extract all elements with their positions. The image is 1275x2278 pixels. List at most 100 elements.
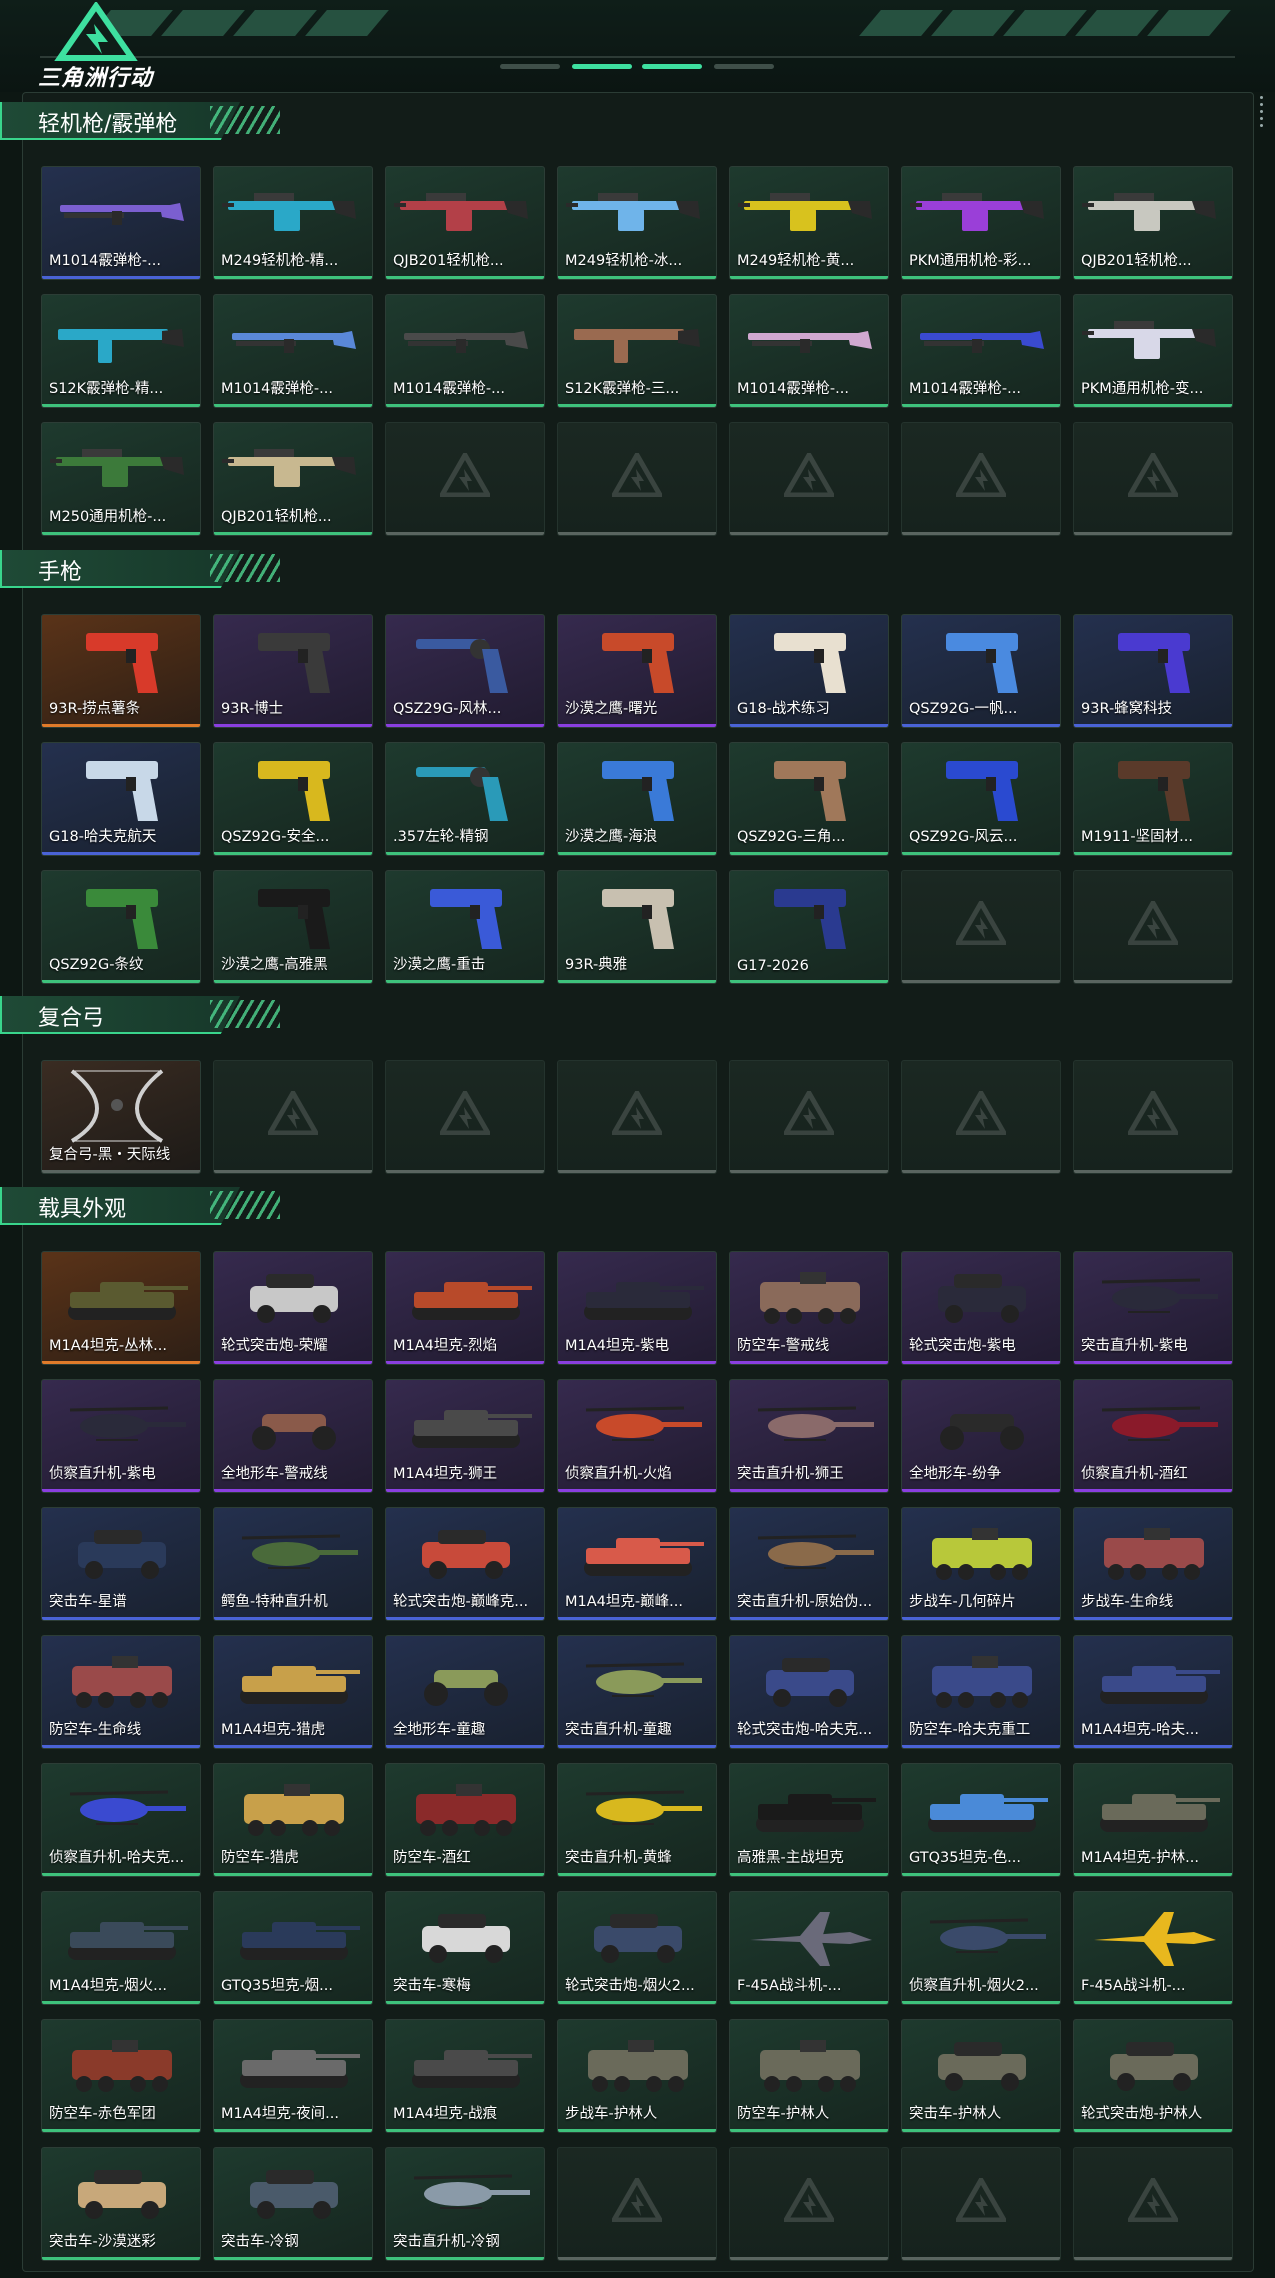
skin-card[interactable]: S12K霰弹枪-精... <box>41 294 201 408</box>
skin-card[interactable]: M249轻机枪-冰... <box>557 166 717 280</box>
rarity-bar <box>386 1873 544 1876</box>
skin-card[interactable]: M1A4坦克-狮王 <box>385 1379 545 1493</box>
skin-card[interactable]: QSZ92G-条纹 <box>41 870 201 984</box>
skin-card[interactable]: F-45A战斗机-... <box>729 1891 889 2005</box>
skin-card[interactable]: 步战车-生命线 <box>1073 1507 1233 1621</box>
skin-card[interactable]: 复合弓-黑・天际线 <box>41 1060 201 1174</box>
skin-card[interactable]: M1911-坚固材... <box>1073 742 1233 856</box>
skin-card[interactable]: 93R-蜂窝科技 <box>1073 614 1233 728</box>
skin-card[interactable]: QSZ29G-风林... <box>385 614 545 728</box>
skin-card[interactable]: 沙漠之鹰-曙光 <box>557 614 717 728</box>
skin-card[interactable]: QSZ92G-安全... <box>213 742 373 856</box>
skin-card[interactable]: M1014霰弹枪-... <box>729 294 889 408</box>
skin-card[interactable]: 步战车-几何碎片 <box>901 1507 1061 1621</box>
skin-card[interactable]: 高雅黑-主战坦克 <box>729 1763 889 1877</box>
skin-card[interactable]: PKM通用机枪-变... <box>1073 294 1233 408</box>
skin-card[interactable]: M1A4坦克-哈夫... <box>1073 1635 1233 1749</box>
skin-card[interactable]: 沙漠之鹰-高雅黑 <box>213 870 373 984</box>
skin-card[interactable]: 突击直升机-童趣 <box>557 1635 717 1749</box>
skin-card[interactable]: QJB201轻机枪... <box>385 166 545 280</box>
skin-card[interactable]: 防空车-护林人 <box>729 2019 889 2133</box>
skin-card[interactable]: M249轻机枪-黄... <box>729 166 889 280</box>
skin-card[interactable]: 93R-博士 <box>213 614 373 728</box>
skin-card[interactable]: 轮式突击炮-烟火2... <box>557 1891 717 2005</box>
rarity-bar <box>386 2257 544 2260</box>
skin-card[interactable]: 防空车-警戒线 <box>729 1251 889 1365</box>
skin-card[interactable]: M1A4坦克-丛林... <box>41 1251 201 1365</box>
pistol-skin-icon <box>1118 761 1190 821</box>
skin-card[interactable]: M1A4坦克-猎虎 <box>213 1635 373 1749</box>
skin-card[interactable]: 侦察直升机-火焰 <box>557 1379 717 1493</box>
skin-card[interactable]: 93R-典雅 <box>557 870 717 984</box>
car-skin-icon <box>594 1914 682 1963</box>
skin-card[interactable]: G18-哈夫克航天 <box>41 742 201 856</box>
skin-card[interactable]: 突击直升机-紫电 <box>1073 1251 1233 1365</box>
skin-card[interactable]: 轮式突击炮-哈夫克... <box>729 1635 889 1749</box>
skin-card[interactable]: M1A4坦克-战痕 <box>385 2019 545 2133</box>
skin-card[interactable]: 鳄鱼-特种直升机 <box>213 1507 373 1621</box>
skin-card[interactable]: M1A4坦克-烈焰 <box>385 1251 545 1365</box>
skin-card[interactable]: 突击直升机-狮王 <box>729 1379 889 1493</box>
lmg-skin-icon <box>566 193 700 231</box>
skin-card[interactable]: 突击车-冷钢 <box>213 2147 373 2261</box>
skin-card[interactable]: GTQ35坦克-色... <box>901 1763 1061 1877</box>
skin-card[interactable]: PKM通用机枪-彩... <box>901 166 1061 280</box>
skin-card[interactable]: M250通用机枪-... <box>41 422 201 536</box>
skin-card[interactable]: 防空车-酒红 <box>385 1763 545 1877</box>
skin-card[interactable]: 防空车-赤色军团 <box>41 2019 201 2133</box>
skin-card[interactable]: M1A4坦克-烟火... <box>41 1891 201 2005</box>
skin-card[interactable]: 轮式突击炮-护林人 <box>1073 2019 1233 2133</box>
skin-card[interactable]: 防空车-生命线 <box>41 1635 201 1749</box>
skin-card[interactable]: M249轻机枪-精... <box>213 166 373 280</box>
skin-label: M1A4坦克-战痕 <box>393 2106 498 2122</box>
skin-card[interactable]: S12K霰弹枪-三... <box>557 294 717 408</box>
scroll-handle[interactable] <box>1259 96 1265 131</box>
skin-card[interactable]: M1014霰弹枪-... <box>385 294 545 408</box>
skin-card[interactable]: 沙漠之鹰-海浪 <box>557 742 717 856</box>
skin-card[interactable]: M1A4坦克-夜间... <box>213 2019 373 2133</box>
skin-card[interactable]: F-45A战斗机-... <box>1073 1891 1233 2005</box>
skin-card[interactable]: 侦察直升机-酒红 <box>1073 1379 1233 1493</box>
skin-card[interactable]: 步战车-护林人 <box>557 2019 717 2133</box>
skin-card[interactable]: 突击车-星谱 <box>41 1507 201 1621</box>
skin-card[interactable]: 轮式突击炮-荣耀 <box>213 1251 373 1365</box>
skin-card[interactable]: 侦察直升机-哈夫克... <box>41 1763 201 1877</box>
skin-card[interactable]: M1014霰弹枪-... <box>41 166 201 280</box>
skin-card[interactable]: G17-2026 <box>729 870 889 984</box>
skin-card[interactable]: QSZ92G-风云... <box>901 742 1061 856</box>
skin-card[interactable]: 突击车-沙漠迷彩 <box>41 2147 201 2261</box>
skin-card[interactable]: 全地形车-警戒线 <box>213 1379 373 1493</box>
skin-card[interactable]: 全地形车-童趣 <box>385 1635 545 1749</box>
skin-card[interactable]: QSZ92G-三角... <box>729 742 889 856</box>
skin-card[interactable]: 轮式突击炮-巅峰克... <box>385 1507 545 1621</box>
skin-card[interactable]: M1A4坦克-紫电 <box>557 1251 717 1365</box>
skin-card[interactable]: 防空车-猎虎 <box>213 1763 373 1877</box>
skin-card[interactable]: 突击车-护林人 <box>901 2019 1061 2133</box>
skin-card[interactable]: 沙漠之鹰-重击 <box>385 870 545 984</box>
skin-card[interactable]: M1014霰弹枪-... <box>901 294 1061 408</box>
skin-card[interactable]: 突击车-寒梅 <box>385 1891 545 2005</box>
rarity-bar <box>558 404 716 407</box>
skin-card[interactable]: 突击直升机-原始伪... <box>729 1507 889 1621</box>
rarity-bar <box>1074 1170 1232 1173</box>
skin-card[interactable]: 突击直升机-冷钢 <box>385 2147 545 2261</box>
skin-card[interactable]: .357左轮-精钢 <box>385 742 545 856</box>
rarity-bar <box>730 532 888 535</box>
header-stripe <box>233 10 317 36</box>
skin-card[interactable]: 侦察直升机-烟火2... <box>901 1891 1061 2005</box>
skin-card[interactable]: M1A4坦克-巅峰... <box>557 1507 717 1621</box>
skin-card[interactable]: QSZ92G-一帆... <box>901 614 1061 728</box>
skin-card[interactable]: 轮式突击炮-紫电 <box>901 1251 1061 1365</box>
skin-card[interactable]: QJB201轻机枪... <box>213 422 373 536</box>
skin-card[interactable]: 侦察直升机-紫电 <box>41 1379 201 1493</box>
skin-card[interactable]: G18-战术练习 <box>729 614 889 728</box>
skin-card[interactable]: 防空车-哈夫克重工 <box>901 1635 1061 1749</box>
skin-card[interactable]: QJB201轻机枪... <box>1073 166 1233 280</box>
skin-card[interactable]: GTQ35坦克-烟... <box>213 1891 373 2005</box>
skin-card[interactable]: 93R-捞点薯条 <box>41 614 201 728</box>
skin-card[interactable]: M1A4坦克-护林... <box>1073 1763 1233 1877</box>
skin-card[interactable]: M1014霰弹枪-... <box>213 294 373 408</box>
skin-card[interactable]: 突击直升机-黄蜂 <box>557 1763 717 1877</box>
rarity-bar <box>730 724 888 727</box>
skin-card[interactable]: 全地形车-纷争 <box>901 1379 1061 1493</box>
